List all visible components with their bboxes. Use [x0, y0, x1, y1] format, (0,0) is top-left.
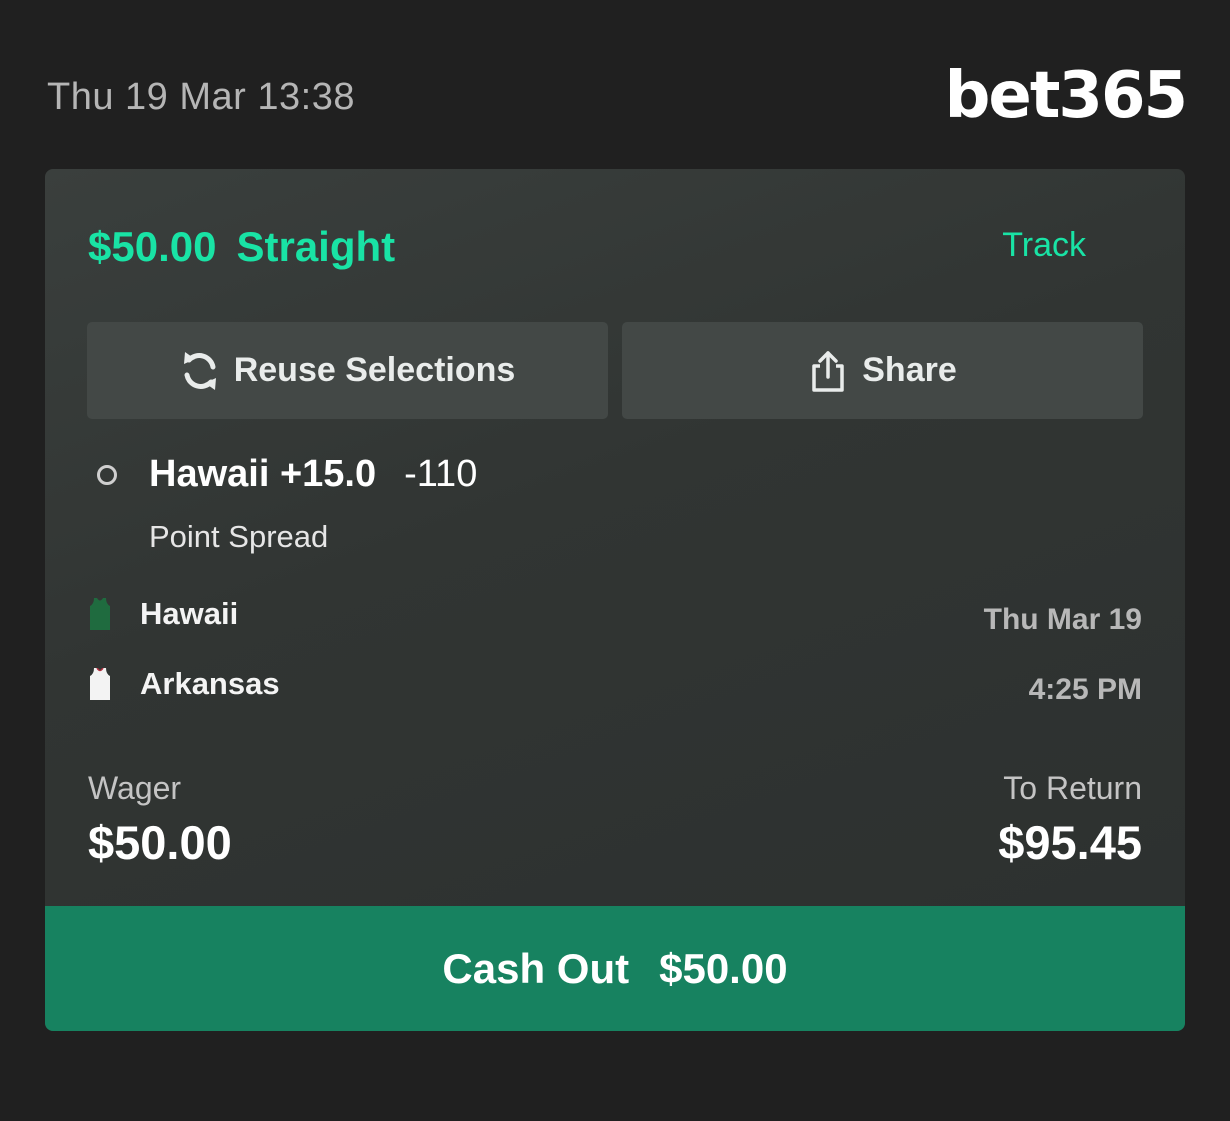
cash-out-amount: $50.00: [659, 944, 788, 992]
share-icon: [808, 349, 848, 393]
bet-stake: $50.00: [88, 223, 217, 270]
cash-out-label: Cash Out: [442, 944, 630, 992]
refresh-icon: [180, 349, 220, 393]
open-circle-icon: [97, 465, 117, 485]
bet-type: Straight: [236, 223, 396, 270]
event-time: 4:25 PM: [1028, 673, 1142, 706]
to-return-value: $95.45: [998, 816, 1142, 869]
selection-odds: -110: [404, 453, 478, 495]
share-button[interactable]: Share: [622, 322, 1143, 419]
bet-receipt-screen: Thu 19 Mar 13:38 bet365 $50.00 Straight T…: [0, 0, 1230, 1121]
brand-logo: bet365: [944, 59, 1188, 133]
team-row-away: Arkansas: [90, 666, 280, 702]
track-link[interactable]: Track: [1002, 226, 1086, 265]
wager-value: $50.00: [88, 816, 232, 869]
team-row-home: Hawaii: [90, 596, 238, 632]
event-date: Thu Mar 19: [983, 603, 1142, 636]
jersey-icon: [90, 668, 110, 700]
market-name: Point Spread: [149, 519, 329, 554]
wager-label: Wager: [88, 770, 182, 806]
team-name: Hawaii: [140, 596, 239, 631]
cash-out-button[interactable]: Cash Out $50.00: [45, 906, 1185, 1031]
selection-name: Hawaii +15.0: [149, 453, 377, 495]
reuse-selections-label: Reuse Selections: [233, 351, 516, 389]
bet-header: $50.00 Straight: [88, 223, 395, 271]
share-label: Share: [862, 351, 957, 389]
team-name: Arkansas: [140, 666, 280, 701]
selection-line: Hawaii +15.0 -110: [149, 453, 477, 496]
to-return-label: To Return: [1003, 770, 1142, 806]
reuse-selections-button[interactable]: Reuse Selections: [87, 322, 608, 419]
timestamp: Thu 19 Mar 13:38: [47, 76, 355, 118]
jersey-icon: [90, 598, 110, 630]
bet-card: $50.00 Straight Track Reuse Selections S…: [45, 169, 1185, 1031]
